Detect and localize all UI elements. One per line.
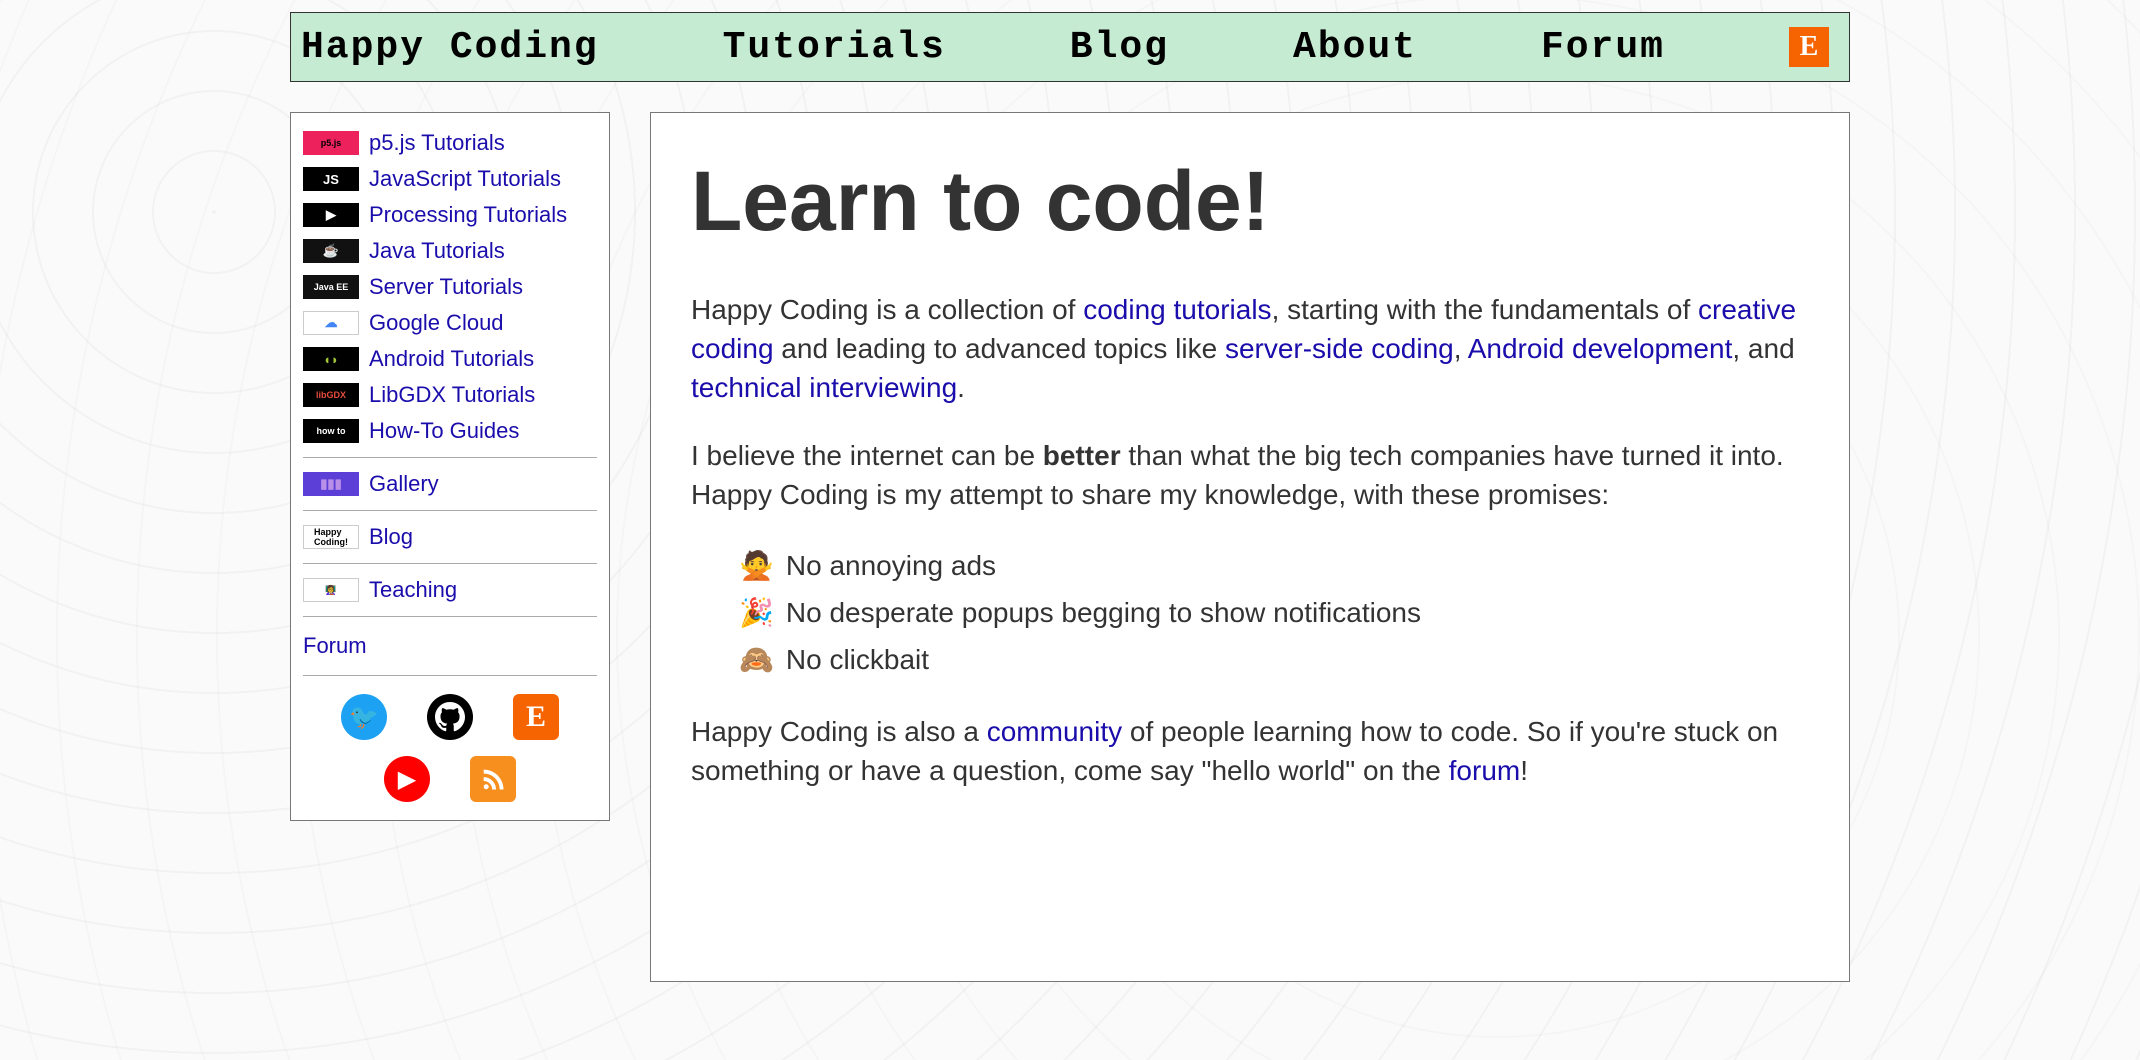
google-cloud-icon: ☁ [303, 311, 359, 335]
etsy-icon[interactable]: E [1789, 27, 1829, 67]
sidebar-item-p5-js-tutorials[interactable]: p5.js p5.js Tutorials [303, 125, 597, 161]
inline-link[interactable]: forum [1449, 755, 1521, 786]
twitter-icon[interactable]: 🐦 [341, 694, 387, 740]
sidebar-item-label: Teaching [369, 577, 457, 603]
nav-about[interactable]: About [1293, 26, 1417, 69]
sidebar-item-label: Server Tutorials [369, 274, 523, 300]
blog-icon: Happy Coding! [303, 525, 359, 549]
promise-text: No clickbait [786, 644, 929, 675]
javascript-tutorials-icon: JS [303, 167, 359, 191]
etsy-icon[interactable]: E [513, 694, 559, 740]
promise-text: No annoying ads [786, 550, 996, 581]
community-paragraph: Happy Coding is also a community of peop… [691, 712, 1809, 790]
p5-js-tutorials-icon: p5.js [303, 131, 359, 155]
sidebar-item-label: Java Tutorials [369, 238, 505, 264]
inline-link[interactable]: coding tutorials [1083, 294, 1271, 325]
promise-item: 🙈 No clickbait [739, 636, 1809, 683]
sidebar: p5.js p5.js Tutorials JS JavaScript Tutoria… [290, 112, 610, 821]
promise-item: 🎉 No desperate popups begging to show not… [739, 589, 1809, 636]
inline-link[interactable]: community [987, 716, 1122, 747]
inline-link[interactable]: server-side coding [1225, 333, 1454, 364]
inline-link[interactable]: technical interviewing [691, 372, 957, 403]
libgdx-tutorials-icon: libGDX [303, 383, 359, 407]
youtube-icon[interactable]: ▶ [384, 756, 430, 802]
main-content: Learn to code! Happy Coding is a collect… [650, 112, 1850, 982]
sidebar-item-android-tutorials[interactable]: ◖◗ Android Tutorials [303, 341, 597, 377]
sidebar-item-label: Google Cloud [369, 310, 504, 336]
teaching-icon: 👩‍🏫 [303, 578, 359, 602]
promise-emoji-icon: 🙈 [739, 644, 774, 675]
sidebar-item-processing-tutorials[interactable]: ▶ Processing Tutorials [303, 197, 597, 233]
how-to-guides-icon: how to [303, 419, 359, 443]
sidebar-forum-link[interactable]: Forum [303, 625, 597, 667]
top-nav: Happy Coding Tutorials Blog About Forum … [290, 12, 1850, 82]
sidebar-item-label: LibGDX Tutorials [369, 382, 535, 408]
rss-icon[interactable] [470, 756, 516, 802]
nav-blog[interactable]: Blog [1070, 26, 1169, 69]
sidebar-item-blog[interactable]: Happy Coding! Blog [303, 519, 597, 555]
sidebar-item-how-to-guides[interactable]: how to How-To Guides [303, 413, 597, 449]
sidebar-item-label: JavaScript Tutorials [369, 166, 561, 192]
promise-list: 🙅 No annoying ads 🎉 No desperate popups beg… [691, 542, 1809, 684]
inline-link[interactable]: Android development [1468, 333, 1733, 364]
sidebar-item-label: Gallery [369, 471, 439, 497]
promise-text: No desperate popups begging to show noti… [786, 597, 1421, 628]
sidebar-item-javascript-tutorials[interactable]: JS JavaScript Tutorials [303, 161, 597, 197]
promise-item: 🙅 No annoying ads [739, 542, 1809, 589]
nav-tutorials[interactable]: Tutorials [723, 26, 946, 69]
sidebar-item-label: Processing Tutorials [369, 202, 567, 228]
sidebar-item-java-tutorials[interactable]: ☕ Java Tutorials [303, 233, 597, 269]
processing-tutorials-icon: ▶ [303, 203, 359, 227]
promise-emoji-icon: 🙅 [739, 550, 774, 581]
nav-brand[interactable]: Happy Coding [301, 26, 599, 69]
social-icons: 🐦 E ▶ [303, 684, 597, 802]
sidebar-item-server-tutorials[interactable]: Java EE Server Tutorials [303, 269, 597, 305]
android-tutorials-icon: ◖◗ [303, 347, 359, 371]
sidebar-item-label: How-To Guides [369, 418, 519, 444]
sidebar-item-gallery[interactable]: ▮▮▮ Gallery [303, 466, 597, 502]
page-title: Learn to code! [691, 153, 1809, 250]
promises-intro: I believe the internet can be better tha… [691, 436, 1809, 514]
sidebar-item-label: Blog [369, 524, 413, 550]
sidebar-item-label: p5.js Tutorials [369, 130, 505, 156]
sidebar-item-google-cloud[interactable]: ☁ Google Cloud [303, 305, 597, 341]
sidebar-item-teaching[interactable]: 👩‍🏫 Teaching [303, 572, 597, 608]
sidebar-item-label: Android Tutorials [369, 346, 534, 372]
java-tutorials-icon: ☕ [303, 239, 359, 263]
github-icon[interactable] [427, 694, 473, 740]
gallery-icon: ▮▮▮ [303, 472, 359, 496]
nav-forum[interactable]: Forum [1541, 26, 1665, 69]
sidebar-item-libgdx-tutorials[interactable]: libGDX LibGDX Tutorials [303, 377, 597, 413]
server-tutorials-icon: Java EE [303, 275, 359, 299]
promise-emoji-icon: 🎉 [739, 597, 774, 628]
intro-paragraph: Happy Coding is a collection of coding t… [691, 290, 1809, 408]
